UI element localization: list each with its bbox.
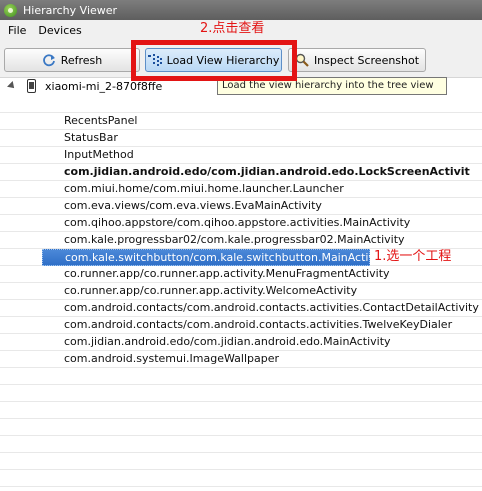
refresh-icon — [42, 53, 56, 67]
window-title: Hierarchy Viewer — [23, 3, 118, 17]
load-view-hierarchy-button[interactable]: Load View Hierarchy — [145, 48, 282, 72]
title-bar: Hierarchy Viewer — [0, 0, 482, 20]
tree-row-line — [0, 470, 482, 487]
annotation-step2: 2.点击查看 — [200, 21, 265, 36]
tree-row-line — [0, 436, 482, 453]
load-view-hierarchy-label: Load View Hierarchy — [166, 53, 280, 67]
window-item[interactable]: RecentsPanel — [64, 113, 137, 128]
magnifier-icon — [295, 53, 309, 67]
window-item[interactable]: com.jidian.android.edo/com.jidian.androi… — [64, 164, 470, 179]
phone-icon — [27, 79, 36, 93]
window-item[interactable]: com.android.contacts/com.android.contact… — [64, 300, 479, 315]
refresh-label: Refresh — [60, 53, 103, 67]
hierarchy-viewer-icon — [4, 3, 17, 17]
expand-arrow-icon[interactable] — [7, 81, 17, 91]
load-hierarchy-tooltip: Load the view hierarchy into the tree vi… — [217, 77, 447, 95]
menu-devices[interactable]: Devices — [32, 20, 87, 41]
toolbar: Refresh Load View Hierarchy Inspect Scre… — [0, 41, 482, 78]
tree-row-line — [0, 385, 482, 402]
window-item-selected[interactable]: com.kale.switchbutton/com.kale.switchbut… — [42, 249, 389, 266]
tree-row-line — [0, 487, 482, 491]
tree-row-line — [0, 402, 482, 419]
menu-file[interactable]: File — [2, 20, 32, 41]
load-hierarchy-icon — [147, 54, 162, 66]
window-item[interactable]: co.runner.app/co.runner.app.activity.Men… — [64, 266, 390, 281]
annotation-step1: 1.选一个工程 — [374, 249, 452, 264]
window-item[interactable]: com.jidian.android.edo/com.jidian.androi… — [64, 334, 391, 349]
hierarchy-viewer-window: Hierarchy Viewer File Devices Refresh Lo… — [0, 0, 482, 491]
window-item[interactable]: com.qihoo.appstore/com.qihoo.appstore.ac… — [64, 215, 410, 230]
window-item[interactable]: com.android.systemui.ImageWallpaper — [64, 351, 279, 366]
tree-row-line — [0, 453, 482, 470]
window-item[interactable]: StatusBar — [64, 130, 118, 145]
refresh-button[interactable]: Refresh — [4, 48, 140, 72]
window-item[interactable]: com.miui.home/com.miui.home.launcher.Lau… — [64, 181, 344, 196]
inspect-screenshot-button[interactable]: Inspect Screenshot — [288, 48, 426, 72]
window-item[interactable]: com.kale.progressbar02/com.kale.progress… — [64, 232, 405, 247]
inspect-screenshot-label: Inspect Screenshot — [313, 53, 420, 67]
device-name: xiaomi-mi_2-870f8ffe — [45, 80, 163, 93]
tree-row-line — [0, 368, 482, 385]
window-tree[interactable]: xiaomi-mi_2-870f8ffe RecentsPanel StatusB… — [0, 78, 482, 491]
window-item[interactable]: com.eva.views/com.eva.views.EvaMainActiv… — [64, 198, 322, 213]
window-item[interactable]: co.runner.app/co.runner.app.activity.Wel… — [64, 283, 357, 298]
window-item[interactable]: com.android.contacts/com.android.contact… — [64, 317, 452, 332]
tree-row-line — [0, 419, 482, 436]
window-item[interactable]: InputMethod — [64, 147, 134, 162]
tree-row-line — [0, 96, 482, 113]
